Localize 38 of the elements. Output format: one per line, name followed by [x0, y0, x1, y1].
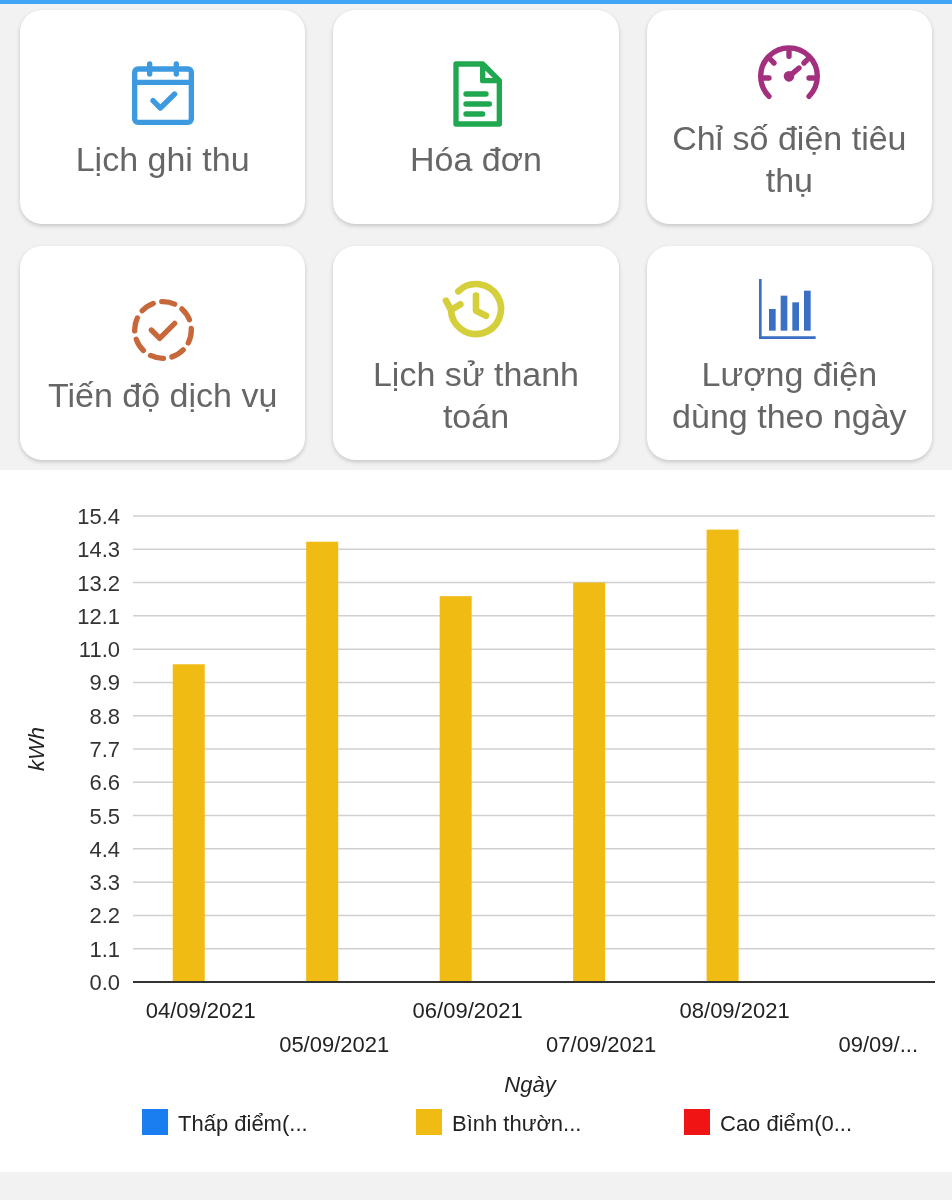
tile-label: Hóa đơn — [410, 139, 542, 180]
y-axis-title: kWh — [24, 727, 49, 771]
x-tick-label: 06/09/2021 — [412, 998, 523, 1023]
tile-label: Tiến độ dịch vụ — [48, 375, 278, 416]
x-tick-label: 09/09/... — [838, 1032, 918, 1057]
y-tick-label: 2.2 — [89, 903, 120, 929]
tile-label: Lượng điện dùng theo ngày — [671, 354, 908, 437]
y-tick-label: 6.6 — [89, 770, 120, 796]
y-tick-label: 0.0 — [89, 970, 120, 995]
y-tick-label: 8.8 — [89, 703, 120, 729]
menu-tile[interactable]: Lịch ghi thu — [20, 10, 306, 224]
menu-tile[interactable]: Tiến độ dịch vụ — [20, 246, 306, 460]
tile-label: Lịch ghi thu — [75, 139, 250, 180]
y-tick-label: 4.4 — [89, 836, 120, 862]
legend-label: Cao điểm(0... — [720, 1111, 853, 1136]
y-tick-label: 11.0 — [78, 637, 120, 663]
legend-label: Bình thườn... — [452, 1111, 582, 1136]
y-tick-label: 15.4 — [77, 504, 120, 529]
menu-tile[interactable]: Lượng điện dùng theo ngày — [646, 246, 932, 460]
y-tick-label: 14.3 — [77, 537, 120, 563]
x-tick-label: 05/09/2021 — [279, 1032, 390, 1057]
y-tick-label: 1.1 — [89, 936, 120, 962]
legend-label: Thấp điểm(... — [178, 1111, 308, 1136]
x-tick-label: 04/09/2021 — [145, 998, 256, 1023]
y-tick-label: 9.9 — [89, 670, 120, 696]
menu-tile[interactable]: Lịch sử thanh toán — [333, 246, 619, 460]
x-axis-title: Ngày — [504, 1072, 556, 1097]
y-tick-label: 12.1 — [77, 603, 120, 629]
y-tick-label: 7.7 — [89, 737, 120, 762]
menu-tile[interactable]: Chỉ số điện tiêu thụ — [646, 10, 932, 224]
x-tick-label: 08/09/2021 — [679, 998, 790, 1023]
tile-label: Lịch sử thanh toán — [371, 354, 581, 437]
tile-label: Chỉ số điện tiêu thụ — [671, 118, 908, 201]
y-tick-label: 5.5 — [89, 803, 120, 829]
menu-tile[interactable]: Hóa đơn — [333, 10, 619, 224]
x-tick-label: 07/09/2021 — [546, 1032, 657, 1057]
y-tick-label: 3.3 — [89, 870, 120, 896]
y-tick-label: 13.2 — [77, 570, 120, 596]
